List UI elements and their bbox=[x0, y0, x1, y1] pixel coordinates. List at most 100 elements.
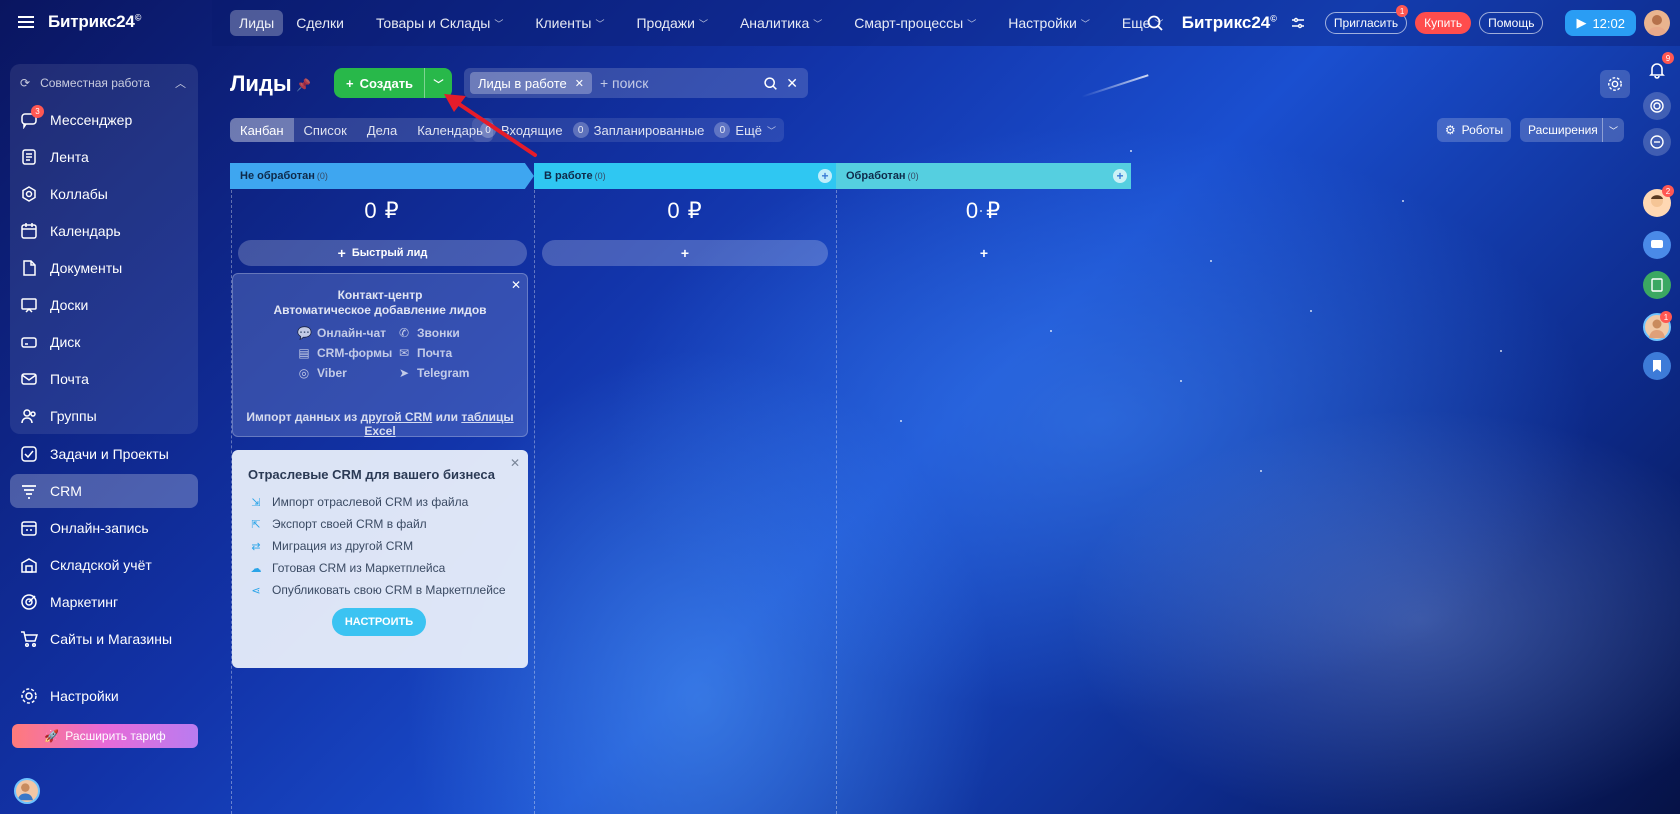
add-column-icon[interactable]: + bbox=[818, 169, 832, 183]
sidebar-item-boards[interactable]: Доски bbox=[10, 288, 198, 322]
top-tab-leads[interactable]: Лиды bbox=[230, 10, 284, 36]
logo[interactable]: Битрикс24© bbox=[48, 12, 141, 32]
column-header-processed[interactable]: Обработан (0) + bbox=[836, 163, 1131, 189]
gear-icon bbox=[1608, 77, 1622, 91]
close-icon[interactable]: ✕ bbox=[575, 77, 584, 90]
sidebar-item-label: Группы bbox=[50, 408, 97, 424]
sidebar-item-mail[interactable]: Почта bbox=[10, 362, 198, 396]
create-label: Создать bbox=[359, 75, 414, 91]
top-tab-clients[interactable]: Клиенты ﹀ bbox=[526, 10, 613, 36]
list-item[interactable]: ⇄ Миграция из другой CRM bbox=[250, 535, 506, 557]
channel-crm-forms[interactable]: ▤ CRM-формы bbox=[297, 346, 397, 360]
sidebar-item-label: Мессенджер bbox=[50, 112, 133, 128]
telegram-icon: ➤ bbox=[398, 366, 410, 380]
help-button[interactable]: Помощь bbox=[1479, 12, 1544, 34]
contact-avatar-icon[interactable]: 2 bbox=[1643, 185, 1674, 217]
upgrade-plan-button[interactable]: 🚀 Расширить тариф bbox=[12, 724, 198, 748]
search-icon[interactable] bbox=[763, 76, 778, 91]
channel-mail[interactable]: ✉ Почта bbox=[397, 346, 487, 360]
robots-button[interactable]: ⚙ Роботы bbox=[1437, 118, 1511, 142]
top-tab-products[interactable]: Товары и Склады ﹀ bbox=[367, 10, 512, 36]
channel-online-chat[interactable]: 💬 Онлайн-чат bbox=[297, 326, 397, 340]
column-header-in-progress[interactable]: В работе (0) + bbox=[534, 163, 836, 189]
sidebar-item-crm[interactable]: CRM bbox=[10, 474, 198, 508]
collab-icon bbox=[20, 185, 38, 203]
list-item[interactable]: ☁ Готовая CRM из Маркетплейса bbox=[250, 557, 506, 579]
top-tab-smart-processes[interactable]: Смарт-процессы ﹀ bbox=[845, 10, 985, 36]
chat-search-icon[interactable] bbox=[1643, 128, 1671, 156]
sidebar-item-settings[interactable]: Настройки bbox=[10, 679, 198, 713]
menu-burger-icon[interactable] bbox=[18, 16, 34, 28]
invite-button[interactable]: Пригласить 1 bbox=[1324, 5, 1409, 34]
channel-telegram[interactable]: ➤ Telegram bbox=[397, 366, 487, 380]
sliders-icon[interactable] bbox=[1291, 16, 1305, 30]
sidebar-item-warehouse[interactable]: Складской учёт bbox=[10, 548, 198, 582]
industry-crm-list: ⇲ Импорт отраслевой CRM из файла ⇱ Экспорт… bbox=[250, 491, 506, 601]
sidebar-item-sites[interactable]: Сайты и Магазины bbox=[10, 622, 198, 656]
tab-list[interactable]: Список bbox=[294, 118, 357, 142]
brand-logo[interactable]: Битрикс24© bbox=[1182, 13, 1277, 33]
extensions-button[interactable]: Расширения ﹀ bbox=[1520, 118, 1624, 142]
sidebar-item-booking[interactable]: Онлайн-запись bbox=[10, 511, 198, 545]
form-icon: ▤ bbox=[298, 346, 310, 360]
add-card-button-processed[interactable]: + bbox=[844, 240, 1124, 266]
add-card-button-in-progress[interactable]: + bbox=[542, 240, 828, 266]
pin-icon[interactable]: 📌 bbox=[296, 78, 311, 92]
close-icon[interactable]: ✕ bbox=[510, 456, 520, 470]
top-user-avatar[interactable] bbox=[1644, 10, 1670, 36]
sidebar-item-calendar[interactable]: Календарь bbox=[10, 214, 198, 248]
create-button[interactable]: + Создать ﹀ bbox=[334, 68, 452, 98]
sidebar-item-label: Диск bbox=[50, 334, 81, 350]
top-tab-analytics[interactable]: Аналитика ﹀ bbox=[731, 10, 831, 36]
bookmark-icon[interactable] bbox=[1643, 352, 1671, 380]
tab-activities[interactable]: Дела bbox=[357, 118, 407, 142]
clear-icon[interactable]: ✕ bbox=[786, 75, 798, 92]
channel-viber[interactable]: ◎ Viber bbox=[297, 366, 397, 380]
time-tracker-button[interactable]: ▶ 12:02 bbox=[1565, 10, 1636, 36]
chevron-down-icon: ﹀ bbox=[1080, 18, 1090, 29]
list-item[interactable]: ⇲ Импорт отраслевой CRM из файла bbox=[250, 491, 506, 513]
list-item[interactable]: ⋖ Опубликовать свою CRM в Маркетплейсе bbox=[250, 579, 505, 601]
sidebar-item-documents[interactable]: Документы bbox=[10, 251, 198, 285]
contact-center-title: Контакт-центр bbox=[337, 288, 423, 302]
sidebar-item-messenger[interactable]: 3 Мессенджер bbox=[10, 103, 198, 137]
quick-lead-button[interactable]: + Быстрый лид bbox=[238, 240, 527, 266]
channel-grid: 💬 Онлайн-чат ✆ Звонки ▤ CRM-формы ✉ Почта ◎ V… bbox=[297, 326, 487, 380]
buy-button[interactable]: Купить bbox=[1415, 12, 1472, 34]
import-other-crm-link[interactable]: другой CRM bbox=[361, 410, 433, 424]
notes-icon[interactable] bbox=[1643, 271, 1671, 299]
open-channels-icon[interactable] bbox=[1643, 231, 1671, 259]
sidebar-item-feed[interactable]: Лента bbox=[10, 140, 198, 174]
sidebar-item-tasks[interactable]: Задачи и Проекты bbox=[10, 437, 198, 471]
settings-gear-button[interactable] bbox=[1600, 70, 1630, 98]
top-tab-deals[interactable]: Сделки bbox=[287, 10, 353, 36]
counter-planned[interactable]: 0 Запланированные bbox=[572, 122, 704, 138]
search-icon[interactable] bbox=[1146, 14, 1164, 32]
tab-kanban[interactable]: Канбан bbox=[230, 118, 294, 142]
search-input[interactable]: + поиск bbox=[600, 75, 755, 91]
sidebar-item-marketing[interactable]: Маркетинг bbox=[10, 585, 198, 619]
chevron-down-icon: ﹀ bbox=[494, 18, 504, 29]
collab-group-header[interactable]: ⟳ Совместная работа ︿ bbox=[10, 72, 198, 94]
sidebar-item-disk[interactable]: Диск bbox=[10, 325, 198, 359]
setup-button[interactable]: НАСТРОИТЬ bbox=[332, 608, 426, 636]
column-header-new[interactable]: Не обработан (0) bbox=[230, 163, 534, 189]
logo-row: Битрикс24© bbox=[18, 12, 141, 32]
user-avatar[interactable] bbox=[14, 778, 40, 804]
chevron-down-icon: ﹀ bbox=[698, 18, 708, 29]
notifications-bell-icon[interactable]: 9 bbox=[1643, 52, 1674, 84]
top-tab-settings[interactable]: Настройки ﹀ bbox=[999, 10, 1099, 36]
user-avatar-icon[interactable]: 1 bbox=[1643, 311, 1672, 341]
cloud-icon: ☁ bbox=[250, 562, 262, 575]
counter-more[interactable]: 0 Ещё ﹀ bbox=[714, 122, 776, 138]
channel-calls[interactable]: ✆ Звонки bbox=[397, 326, 487, 340]
extensions-dropdown-toggle[interactable]: ﹀ bbox=[1602, 118, 1624, 142]
sidebar-item-collab[interactable]: Коллабы bbox=[10, 177, 198, 211]
add-column-icon[interactable]: + bbox=[1113, 169, 1127, 183]
list-item[interactable]: ⇱ Экспорт своей CRM в файл bbox=[250, 513, 506, 535]
mail-icon bbox=[20, 370, 38, 388]
top-tab-sales[interactable]: Продажи ﹀ bbox=[627, 10, 716, 36]
copilot-icon[interactable] bbox=[1643, 92, 1671, 120]
create-main[interactable]: + Создать bbox=[334, 68, 424, 98]
sidebar-item-groups[interactable]: Группы bbox=[10, 399, 198, 433]
